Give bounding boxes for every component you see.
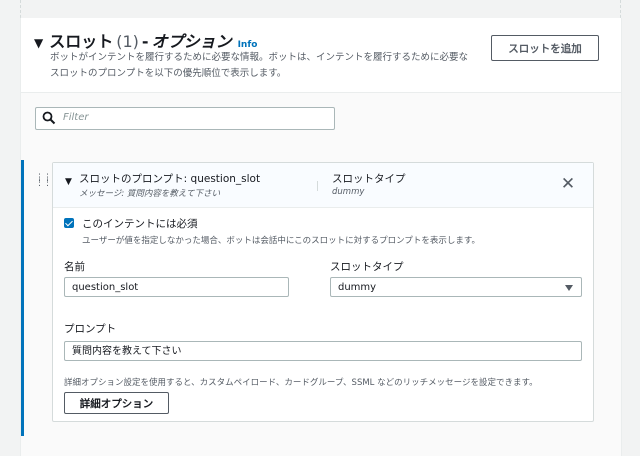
slot-message-summary: メッセージ: 質問内容を教えて下さい bbox=[79, 189, 220, 199]
slot-type-summary-value: dummy bbox=[332, 187, 365, 197]
slot-type-summary-label: スロットタイプ bbox=[332, 173, 406, 185]
caret-down-icon[interactable]: ▼ bbox=[34, 36, 43, 50]
info-link[interactable]: Info bbox=[238, 40, 258, 50]
slot-list: ⋮⋮ ⋮⋮ ▼ スロットのプロンプト: question_slot メッセージ: … bbox=[21, 152, 621, 456]
search-icon bbox=[42, 111, 56, 125]
slots-panel: ▼ スロット (1) - オプション Info ボットがインテントを履行するため… bbox=[20, 18, 622, 456]
slot-type-select[interactable]: dummy bbox=[330, 277, 582, 297]
advanced-options-description: 詳細オプション設定を使用すると、カスタムペイロード、カードグループ、SSML な… bbox=[64, 378, 538, 388]
section-title: スロット bbox=[49, 32, 114, 51]
required-label: このインテントには必須 bbox=[82, 218, 198, 230]
section-options-label: オプション bbox=[151, 32, 232, 51]
filter-input[interactable]: Filter bbox=[35, 107, 335, 130]
prompt-label: プロンプト bbox=[64, 323, 117, 335]
prompt-field[interactable]: 質問内容を教えて下さい bbox=[64, 341, 582, 361]
slot-card-header[interactable]: ▼ スロットのプロンプト: question_slot メッセージ: 質問内容を… bbox=[53, 163, 593, 208]
name-label: 名前 bbox=[64, 261, 85, 273]
slot-type-select-value: dummy bbox=[338, 282, 377, 293]
section-title-row: ▼ スロット (1) - オプション Info bbox=[34, 28, 257, 52]
required-description: ユーザーが値を指定しなかった場合、ボットは会話中にこのスロットに対するプロンプト… bbox=[82, 236, 481, 246]
slot-card: ▼ スロットのプロンプト: question_slot メッセージ: 質問内容を… bbox=[52, 162, 594, 422]
slot-type-label: スロットタイプ bbox=[330, 261, 404, 273]
advanced-options-button[interactable]: 詳細オプション bbox=[64, 392, 169, 414]
selected-accent-bar bbox=[21, 160, 24, 436]
title-separator: - bbox=[141, 32, 149, 51]
slot-count: (1) bbox=[116, 32, 139, 51]
slot-prompt-summary: スロットのプロンプト: question_slot bbox=[79, 173, 261, 185]
section-description: ボットがインテントを履行するために必要な情報。ボットは、インテントを履行するため… bbox=[50, 52, 469, 79]
add-slot-button[interactable]: スロットを追加 bbox=[491, 35, 599, 61]
close-icon[interactable]: ✕ bbox=[558, 174, 578, 194]
required-checkbox[interactable] bbox=[64, 218, 74, 228]
header-divider bbox=[317, 181, 318, 191]
drag-handle-icon[interactable]: ⋮⋮ ⋮⋮ bbox=[35, 174, 52, 188]
filter-band: Filter bbox=[21, 92, 621, 153]
slots-header: ▼ スロット (1) - オプション Info ボットがインテントを履行するため… bbox=[21, 18, 621, 92]
caret-down-icon[interactable]: ▼ bbox=[65, 177, 72, 187]
filter-placeholder: Filter bbox=[63, 112, 89, 123]
dropdown-arrow-icon bbox=[565, 285, 573, 291]
name-field[interactable]: question_slot bbox=[64, 277, 289, 297]
